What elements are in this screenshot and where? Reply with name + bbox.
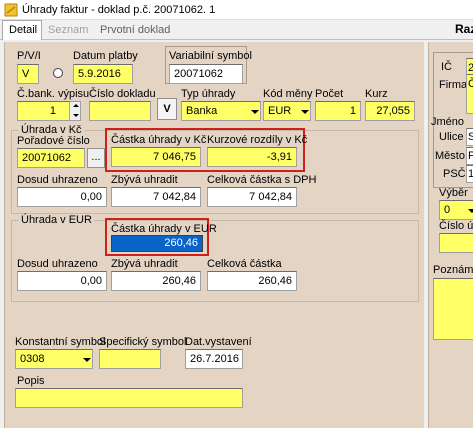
popis-field[interactable] xyxy=(15,388,243,408)
castka-eur-field[interactable]: 260,46 xyxy=(111,235,203,252)
dosud-kc-field[interactable]: 0,00 xyxy=(17,187,107,207)
tab-prvotni-doklad[interactable]: Prvotní doklad xyxy=(94,22,178,40)
pvi-radio[interactable] xyxy=(53,68,63,78)
dosud-kc-label: Dosud uhrazeno xyxy=(17,174,98,186)
cislo-dokladu-field[interactable] xyxy=(89,101,151,121)
vs-label: Variabilní symbol xyxy=(169,50,252,62)
konstantni-symbol-value: 0308 xyxy=(20,353,45,365)
v-button[interactable]: V xyxy=(157,98,177,120)
zbyva-eur-field[interactable]: 260,46 xyxy=(111,271,201,291)
pvi-field[interactable]: V xyxy=(17,64,39,84)
mesto-field[interactable]: P xyxy=(466,147,473,165)
castka-kc-field[interactable]: 7 046,75 xyxy=(111,147,201,167)
chevron-down-icon xyxy=(468,209,473,213)
pocet-label: Počet xyxy=(315,88,344,100)
ulice-label: Ulice xyxy=(439,131,464,143)
tab-bar: Detail Seznam Prvotní doklad Raz xyxy=(0,20,473,40)
cislo-uctu-label: Číslo účt xyxy=(439,220,473,232)
spin-up-icon xyxy=(73,104,79,107)
vyber-label: Výběr xyxy=(439,187,468,199)
datum-platby-label: Datum platby xyxy=(73,50,138,62)
pocet-field[interactable]: 1 xyxy=(315,101,361,121)
chevron-down-icon xyxy=(301,110,309,114)
poznamka-field[interactable] xyxy=(433,278,473,340)
kurz-field[interactable]: 27,055 xyxy=(365,101,415,121)
dat-vystaveni-field[interactable]: 26.7.2016 xyxy=(185,349,243,369)
poradove-cislo-label: Pořadové číslo xyxy=(17,135,90,147)
cislo-uctu-field[interactable] xyxy=(439,233,473,253)
tab-seznam-label: Seznam xyxy=(48,24,89,36)
celkova-kc-field[interactable]: 7 042,84 xyxy=(207,187,297,207)
castka-kc-label: Částka úhrady v Kč xyxy=(111,134,207,146)
group-eur-title: Úhrada v EUR xyxy=(19,214,94,226)
window-title: Úhrady faktur - doklad p.č. 20071062. 1 xyxy=(22,4,216,16)
vyber-select[interactable]: 0 xyxy=(439,200,473,220)
specificky-symbol-field[interactable] xyxy=(99,349,161,369)
v-button-label: V xyxy=(163,103,171,115)
dosud-eur-field[interactable]: 0,00 xyxy=(17,271,107,291)
chevron-down-icon xyxy=(83,358,91,362)
poznamka-label: Poznámk xyxy=(433,264,473,276)
cislo-vypisu-field[interactable]: 1 xyxy=(17,101,71,121)
konstantni-symbol-label: Konstantní symbol xyxy=(15,336,106,348)
typ-uhrady-label: Typ úhrady xyxy=(181,88,236,100)
psc-label: PSČ xyxy=(443,168,466,180)
main-panel: P/V/I V Datum platby 5.9.2016 Variabilní… xyxy=(4,42,424,428)
firma-label: Firma xyxy=(439,79,468,91)
spin-down-icon xyxy=(73,114,79,117)
popis-label: Popis xyxy=(17,375,45,387)
kurzove-rozdily-field[interactable]: -3,91 xyxy=(207,147,297,167)
kurzove-rozdily-label: Kurzové rozdíly v Kč xyxy=(207,134,308,146)
kurz-label: Kurz xyxy=(365,88,388,100)
specificky-symbol-label: Specifický symbol xyxy=(99,336,187,348)
kod-meny-label: Kód měny xyxy=(263,88,313,100)
browse-button-label: ... xyxy=(91,151,101,163)
ulice-field[interactable]: S xyxy=(466,128,473,146)
tab-detail-label: Detail xyxy=(9,24,38,36)
konstantni-symbol-select[interactable]: 0308 xyxy=(15,349,93,369)
psc-field[interactable]: 1 xyxy=(466,165,473,183)
tab-prvotni-label: Prvotní doklad xyxy=(100,24,171,36)
right-header: Raz xyxy=(455,22,473,36)
dosud-eur-label: Dosud uhrazeno xyxy=(17,258,98,270)
zbyva-kc-field[interactable]: 7 042,84 xyxy=(111,187,201,207)
firma-field[interactable]: Č xyxy=(466,74,473,114)
cislo-vypisu-label: Č.bank. výpisu xyxy=(17,88,90,100)
tab-detail[interactable]: Detail xyxy=(2,20,42,40)
cislo-vypisu-spinner[interactable] xyxy=(69,101,81,121)
datum-platby-field[interactable]: 5.9.2016 xyxy=(73,64,133,84)
ic-label: IČ xyxy=(441,61,452,73)
cislo-dokladu-label: Číslo dokladu xyxy=(89,88,156,100)
kod-meny-value: EUR xyxy=(268,105,292,117)
title-bar: Úhrady faktur - doklad p.č. 20071062. 1 xyxy=(0,0,473,20)
browse-button[interactable]: ... xyxy=(87,148,105,168)
zbyva-kc-label: Zbývá uhradit xyxy=(111,174,178,186)
typ-uhrady-value: Banka xyxy=(186,105,218,117)
app-icon xyxy=(4,3,18,17)
vyber-value: 0 xyxy=(444,204,451,216)
vs-field[interactable]: 20071062 xyxy=(169,64,243,84)
jmeno-label: Jméno xyxy=(431,116,465,128)
poradove-cislo-field[interactable]: 20071062 xyxy=(17,148,85,168)
kod-meny-select[interactable]: EUR xyxy=(263,101,311,121)
tab-seznam[interactable]: Seznam xyxy=(44,22,89,40)
mesto-label: Město xyxy=(435,150,465,162)
chevron-down-icon xyxy=(251,110,259,114)
pvi-label: P/V/I xyxy=(17,50,41,62)
right-panel: IČ 2 Firma Č Jméno Ulice S Město P PSČ 1… xyxy=(428,42,473,428)
zbyva-eur-label: Zbývá uhradit xyxy=(111,258,178,270)
castka-eur-value: 260,46 xyxy=(164,237,198,249)
celkova-eur-label: Celková částka xyxy=(207,258,282,270)
dat-vystaveni-label: Dat.vystavení xyxy=(185,336,252,348)
celkova-kc-label: Celková částka s DPH xyxy=(207,174,317,186)
celkova-eur-field[interactable]: 260,46 xyxy=(207,271,297,291)
typ-uhrady-select[interactable]: Banka xyxy=(181,101,261,121)
